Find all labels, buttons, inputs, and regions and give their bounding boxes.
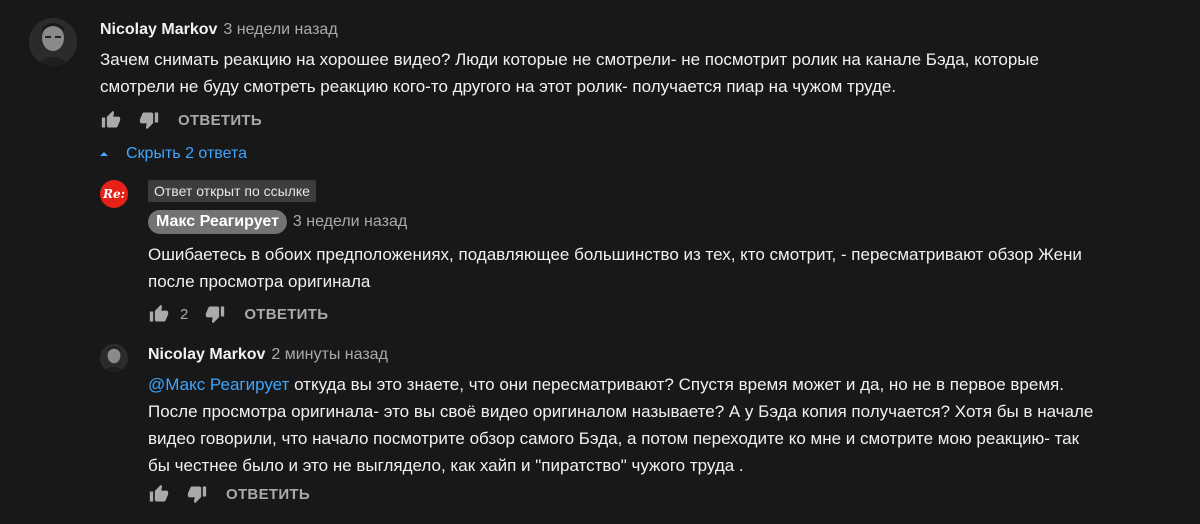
reply-button[interactable]: ОТВЕТИТЬ [178, 112, 262, 129]
thumbs-up-icon[interactable] [148, 303, 170, 325]
reply-text: @Макс Реагирует откуда вы это знаете, чт… [148, 375, 1094, 475]
reply-button[interactable]: ОТВЕТИТЬ [226, 486, 310, 503]
reply-text: Ошибаетесь в обоих предположениях, подав… [148, 245, 1082, 291]
reply-author[interactable]: Макс Реагирует [148, 210, 287, 234]
reply-button[interactable]: ОТВЕТИТЬ [244, 306, 328, 323]
thumbs-down-icon[interactable] [138, 109, 160, 131]
like-count: 2 [180, 305, 189, 323]
reply-author[interactable]: Nicolay Markov [148, 346, 265, 363]
reply-time[interactable]: 2 минуты назад [271, 346, 388, 363]
thumbs-up-icon[interactable] [148, 483, 170, 505]
comment-author[interactable]: Nicolay Markov [100, 21, 217, 38]
thumbs-up-icon[interactable] [100, 109, 122, 131]
chevron-up-icon [100, 152, 108, 156]
avatar[interactable] [100, 344, 128, 372]
reply-header: Nicolay Markov 2 минуты назад [148, 346, 388, 364]
thumbs-down-icon[interactable] [186, 483, 208, 505]
reply-actions: ОТВЕТИТЬ [148, 482, 310, 506]
comment-time[interactable]: 3 недели назад [223, 21, 337, 38]
avatar[interactable]: Re: [100, 180, 128, 208]
avatar[interactable] [29, 18, 77, 66]
linked-reply-badge: Ответ открыт по ссылке [148, 180, 316, 202]
reply-actions: 2 ОТВЕТИТЬ [148, 302, 328, 326]
hide-replies-button[interactable]: Скрыть 2 ответа [98, 145, 247, 163]
mention-link[interactable]: @Макс Реагирует [148, 375, 289, 394]
thumbs-down-icon[interactable] [204, 303, 226, 325]
channel-logo-text: Re: [102, 187, 126, 201]
reply-header: Макс Реагирует 3 недели назад [148, 210, 407, 234]
reply-time[interactable]: 3 недели назад [293, 213, 407, 231]
comment-actions: ОТВЕТИТЬ [100, 108, 262, 132]
hide-replies-label: Скрыть 2 ответа [126, 145, 248, 162]
comment-text: Зачем снимать реакцию на хорошее видео? … [100, 50, 1039, 96]
comment-header: Nicolay Markov 3 недели назад [100, 21, 338, 39]
